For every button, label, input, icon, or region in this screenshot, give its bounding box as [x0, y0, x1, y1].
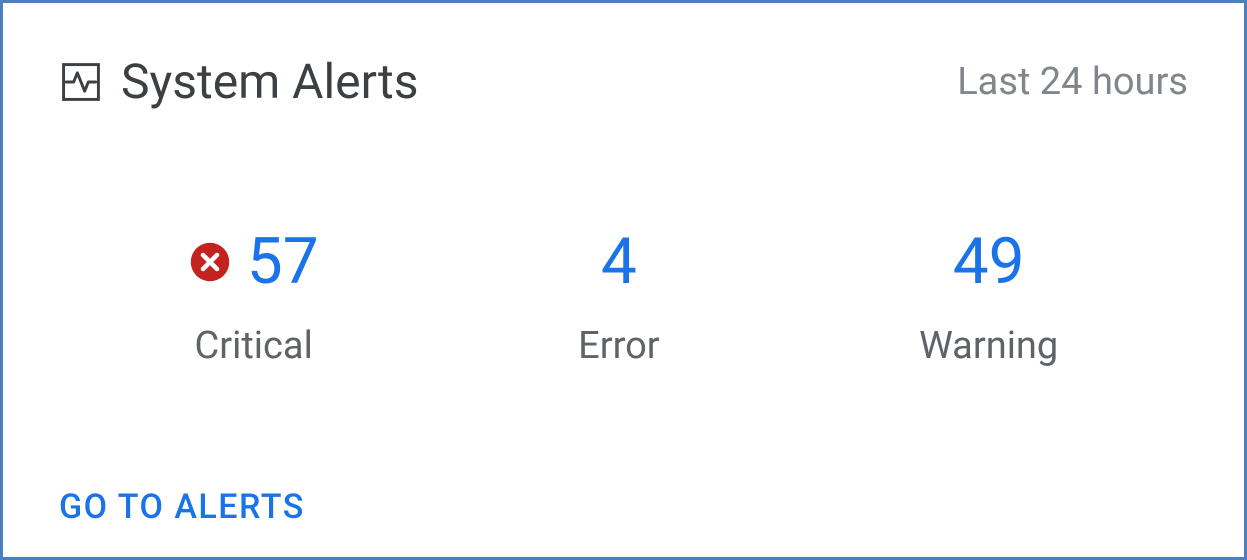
- critical-x-icon: [189, 241, 231, 283]
- time-range: Last 24 hours: [957, 60, 1188, 104]
- stat-critical-label: Critical: [195, 324, 313, 368]
- activity-icon: [59, 60, 103, 104]
- stat-warning[interactable]: 49 Warning: [919, 230, 1058, 368]
- stat-critical-value: 57: [247, 230, 319, 294]
- stat-critical-value-wrap: 57: [189, 230, 319, 294]
- stat-error-value-wrap: 4: [601, 230, 637, 294]
- stat-error-value: 4: [601, 230, 637, 294]
- stat-warning-value-wrap: 49: [953, 230, 1025, 294]
- stat-critical[interactable]: 57 Critical: [189, 230, 319, 368]
- title-wrap: System Alerts: [59, 53, 419, 110]
- card-footer: GO TO ALERTS: [59, 487, 1188, 527]
- stat-warning-value: 49: [953, 230, 1025, 294]
- card-title: System Alerts: [121, 53, 419, 110]
- system-alerts-card: System Alerts Last 24 hours 57 Critical …: [0, 0, 1247, 560]
- go-to-alerts-link[interactable]: GO TO ALERTS: [59, 487, 305, 527]
- stat-warning-label: Warning: [919, 324, 1058, 368]
- stat-error[interactable]: 4 Error: [578, 230, 660, 368]
- stat-error-label: Error: [578, 324, 660, 368]
- stats-row: 57 Critical 4 Error 49 Warning: [59, 230, 1188, 368]
- card-header: System Alerts Last 24 hours: [59, 53, 1188, 110]
